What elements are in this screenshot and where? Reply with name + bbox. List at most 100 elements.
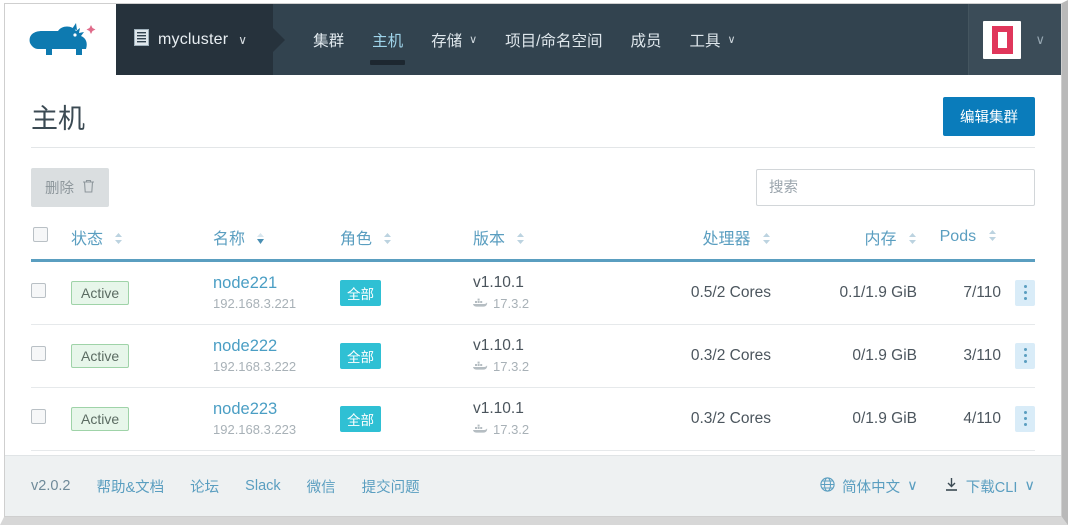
- chevron-down-icon: ∨: [1035, 31, 1045, 47]
- row-select-cell[interactable]: [31, 325, 71, 388]
- sort-icon: [114, 232, 123, 248]
- pods-value: 7/110: [963, 283, 1001, 301]
- cell-state: Active: [71, 325, 213, 388]
- row-checkbox[interactable]: [31, 282, 46, 298]
- select-all-checkbox[interactable]: [33, 227, 48, 242]
- node-link[interactable]: node222: [213, 337, 340, 356]
- column-header-name[interactable]: 名称: [213, 219, 340, 261]
- node-ip: 192.168.3.221: [213, 296, 297, 311]
- select-all-header[interactable]: [31, 219, 71, 261]
- kebab-menu-icon[interactable]: [1015, 279, 1035, 306]
- cell-version: v1.10.1 17.3.2: [473, 325, 621, 388]
- cell-role: 全部: [340, 261, 473, 325]
- page-title: 主机: [31, 104, 85, 134]
- footer-link-docs[interactable]: 帮助&文档: [97, 476, 165, 497]
- docker-whale-icon: [473, 296, 488, 311]
- avatar: [983, 20, 1022, 59]
- cell-pods: 3/110: [917, 325, 1035, 388]
- nav-item-label: 集群: [313, 32, 345, 50]
- column-header-version[interactable]: 版本: [473, 219, 621, 261]
- column-label: 内存: [864, 231, 897, 248]
- user-menu[interactable]: ∨: [968, 4, 1061, 75]
- download-cli-label: 下载CLI: [965, 479, 1018, 496]
- nav-item-nodes[interactable]: 主机: [358, 4, 417, 75]
- nav-item-label: 存储: [431, 32, 463, 50]
- docker-version-wrap: 17.3.2: [473, 296, 621, 311]
- docker-version: 17.3.2: [493, 422, 530, 437]
- app-version: v2.0.2: [31, 478, 71, 494]
- k8s-version: v1.10.1: [473, 274, 524, 291]
- docker-version: 17.3.2: [493, 359, 530, 374]
- footer-left: v2.0.2 帮助&文档 论坛 Slack 微信 提交问题: [31, 476, 420, 497]
- pods-value: 4/110: [963, 409, 1001, 427]
- kebab-menu-icon[interactable]: [1015, 342, 1035, 369]
- kebab-menu-icon[interactable]: [1015, 405, 1035, 432]
- delete-button[interactable]: 删除: [31, 168, 109, 207]
- server-list-icon: [134, 28, 149, 51]
- cell-state: Active: [71, 261, 213, 325]
- globe-icon: [820, 476, 835, 496]
- footer-link-file-issue[interactable]: 提交问题: [362, 476, 420, 497]
- column-label: 版本: [473, 231, 506, 248]
- docker-version-wrap: 17.3.2: [473, 422, 621, 437]
- row-checkbox[interactable]: [31, 408, 46, 424]
- nav-item-members[interactable]: 成员: [616, 4, 675, 75]
- sort-icon: [516, 232, 525, 248]
- column-label: Pods: [939, 228, 977, 245]
- cell-cpu: 0.3/2 Cores: [690, 346, 771, 364]
- column-label: 角色: [340, 231, 373, 248]
- footer-link-wechat[interactable]: 微信: [307, 476, 336, 497]
- column-label: 名称: [213, 231, 246, 248]
- nav-item-label: 项目/命名空间: [505, 32, 603, 50]
- edit-cluster-button[interactable]: 编辑集群: [943, 97, 1035, 136]
- download-cli-button[interactable]: 下载CLI ∨: [944, 476, 1035, 497]
- row-select-cell[interactable]: [31, 388, 71, 451]
- nav-items: 集群 主机 存储 ∨ 项目/命名空间 成员 工具 ∨: [273, 4, 968, 75]
- rancher-logo[interactable]: [5, 4, 116, 75]
- column-header-memory[interactable]: 内存: [771, 219, 917, 261]
- top-navigation-bar: mycluster ∨ 集群 主机 存储 ∨ 项目/命名空间 成员 工具 ∨ ∨: [5, 4, 1061, 75]
- search-input[interactable]: [756, 169, 1035, 206]
- cell-name: node222 192.168.3.222: [213, 325, 340, 388]
- footer-link-slack[interactable]: Slack: [245, 478, 280, 494]
- cell-pods: 4/110: [917, 388, 1035, 451]
- k8s-version: v1.10.1: [473, 400, 524, 417]
- nav-item-clusters[interactable]: 集群: [299, 4, 358, 75]
- cell-state: Active: [71, 388, 213, 451]
- cell-memory: 0.1/1.9 GiB: [839, 283, 917, 301]
- sort-icon: [988, 229, 997, 245]
- k8s-version: v1.10.1: [473, 337, 524, 354]
- table-toolbar: 删除: [31, 148, 1035, 219]
- column-label: 处理器: [702, 231, 751, 248]
- cell-name: node221 192.168.3.221: [213, 261, 340, 325]
- column-header-pods[interactable]: Pods: [917, 219, 1035, 261]
- nav-item-tools[interactable]: 工具 ∨: [676, 4, 750, 75]
- column-header-cpu[interactable]: 处理器: [621, 219, 771, 261]
- nav-item-storage[interactable]: 存储 ∨: [417, 4, 491, 75]
- status-badge: Active: [71, 280, 130, 305]
- footer-link-forums[interactable]: 论坛: [190, 476, 219, 497]
- column-header-role[interactable]: 角色: [340, 219, 473, 261]
- language-selector[interactable]: 简体中文 ∨: [820, 476, 918, 497]
- table-row[interactable]: Active node221 192.168.3.221 全部 v1.10.1: [31, 261, 1035, 325]
- node-link[interactable]: node223: [213, 400, 340, 419]
- cell-version: v1.10.1 17.3.2: [473, 388, 621, 451]
- node-link[interactable]: node221: [213, 274, 340, 293]
- column-header-state[interactable]: 状态: [71, 219, 213, 261]
- cell-name: node223 192.168.3.223: [213, 388, 340, 451]
- cell-memory: 0/1.9 GiB: [852, 409, 917, 427]
- cell-version: v1.10.1 17.3.2: [473, 261, 621, 325]
- row-select-cell[interactable]: [31, 261, 71, 325]
- role-badge: 全部: [340, 405, 381, 432]
- cell-role: 全部: [340, 388, 473, 451]
- chevron-down-icon: ∨: [238, 32, 248, 47]
- cluster-selector[interactable]: mycluster ∨: [116, 4, 286, 75]
- language-label: 简体中文: [842, 479, 901, 496]
- node-ip: 192.168.3.222: [213, 359, 297, 374]
- table-row[interactable]: Active node223 192.168.3.223 全部 v1.10.1: [31, 388, 1035, 451]
- download-icon: [944, 477, 959, 496]
- table-row[interactable]: Active node222 192.168.3.222 全部 v1.10.1: [31, 325, 1035, 388]
- row-checkbox[interactable]: [31, 345, 46, 361]
- cluster-name-label: mycluster: [158, 30, 229, 48]
- nav-item-projects-namespaces[interactable]: 项目/命名空间: [491, 4, 616, 75]
